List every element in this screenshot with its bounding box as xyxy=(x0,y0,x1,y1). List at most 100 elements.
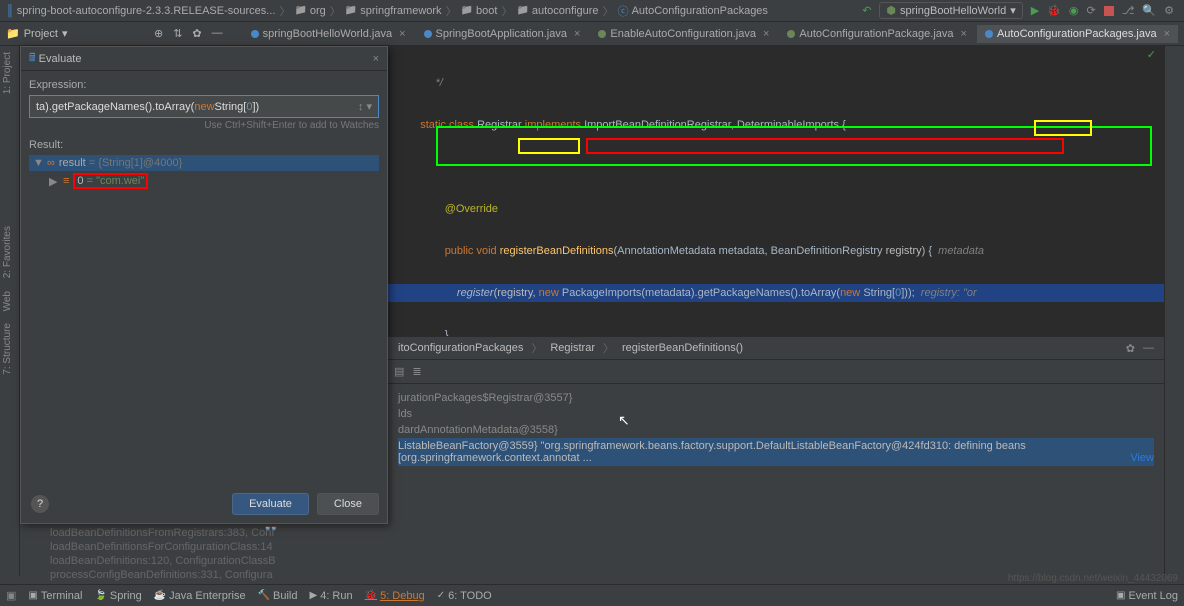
close-icon[interactable]: × xyxy=(399,28,405,40)
expand-arrow-icon[interactable]: ▼ xyxy=(33,157,43,169)
close-icon[interactable]: × xyxy=(574,28,580,40)
back-icon[interactable]: ↶ xyxy=(862,4,871,17)
crumb-item[interactable]: itoConfigurationPackages xyxy=(398,342,523,354)
rail-web[interactable]: Web xyxy=(0,285,15,317)
rail-favorites[interactable]: 2: Favorites xyxy=(0,220,15,284)
gear-icon[interactable]: ✿ xyxy=(192,27,201,40)
class-icon xyxy=(251,30,259,38)
watermark: https://blog.csdn.net/weixin_44432069 xyxy=(1008,573,1178,584)
breadcrumb: ║spring-boot-autoconfigure-2.3.3.RELEASE… xyxy=(6,3,862,19)
editor-tab[interactable]: springBootHelloWorld.java× xyxy=(243,25,414,43)
evaluate-button[interactable]: Evaluate xyxy=(232,493,309,515)
events-icon[interactable]: ▣ xyxy=(6,589,16,602)
close-icon[interactable]: × xyxy=(1164,28,1170,40)
close-icon[interactable]: × xyxy=(961,28,967,40)
run-icon[interactable]: ▶ xyxy=(1031,4,1039,17)
frame-row[interactable]: loadBeanDefinitions:120, ConfigurationCl… xyxy=(50,554,358,568)
search-icon[interactable]: 🔍 xyxy=(1142,4,1156,17)
breadcrumb-item[interactable]: autoconfigure xyxy=(516,5,598,17)
run-config-selector[interactable]: ⬢springBootHelloWorld ▾ xyxy=(879,2,1022,19)
debug-icon[interactable]: 🐞 xyxy=(1047,4,1061,17)
breadcrumb-item[interactable]: springframework xyxy=(345,5,442,17)
variable-row[interactable]: dardAnnotationMetadata@3558} xyxy=(398,422,1154,438)
breadcrumb-item[interactable]: ║spring-boot-autoconfigure-2.3.3.RELEASE… xyxy=(6,5,275,17)
chevron-right-icon: 〉 xyxy=(279,3,290,19)
settings-icon[interactable]: ⚙ xyxy=(1164,4,1174,17)
history-dropdown-icon[interactable]: ↕ ▾ xyxy=(358,100,372,113)
code-editor[interactable]: ✓ */ static class Registrar implements I… xyxy=(388,46,1164,346)
chevron-right-icon: 〉 xyxy=(603,3,614,19)
navigation-bar: ║spring-boot-autoconfigure-2.3.3.RELEASE… xyxy=(0,0,1184,22)
left-tool-strip: 1: Project 2: Favorites Web 7: Structure xyxy=(0,46,20,576)
breadcrumb-item[interactable]: ⓒ AutoConfigurationPackages xyxy=(618,3,768,19)
annotation-icon xyxy=(598,30,606,38)
dialog-header: 🖩 Evaluate × xyxy=(21,47,387,71)
project-tool-icons: ⊕ ⇅ ✿ — xyxy=(154,27,223,40)
debug-panel: ▤ ≣ jurationPackages$Registrar@3557} lds… xyxy=(388,360,1164,560)
project-tool-label[interactable]: 📁 Project ▾ xyxy=(6,27,67,40)
rail-structure[interactable]: 7: Structure xyxy=(0,317,15,381)
variable-row[interactable]: jurationPackages$Registrar@3557} xyxy=(398,390,1154,406)
profile-icon[interactable]: ⟳ xyxy=(1087,4,1096,17)
variable-row[interactable]: lds xyxy=(398,406,1154,422)
crumb-item[interactable]: registerBeanDefinitions() xyxy=(622,342,743,354)
editor-tab[interactable]: AutoConfigurationPackages.java× xyxy=(977,25,1178,43)
rail-project[interactable]: 1: Project xyxy=(0,46,15,100)
variables-icon[interactable]: ≣ xyxy=(412,365,421,378)
expand-icon[interactable]: ⇅ xyxy=(173,27,182,40)
expression-label: Expression: xyxy=(29,79,379,91)
gear-icon[interactable]: ✿ xyxy=(1126,342,1135,355)
hint-text: Use Ctrl+Shift+Enter to add to Watches xyxy=(29,120,379,131)
git-icon[interactable]: ⎇ xyxy=(1122,4,1135,17)
chevron-right-icon: 〉 xyxy=(501,3,512,19)
java-ee-tab[interactable]: ☕ Java Enterprise xyxy=(154,590,246,602)
breadcrumb-item[interactable]: org xyxy=(294,5,325,17)
help-icon[interactable]: ? xyxy=(31,495,49,513)
debug-toolbar: ▤ ≣ xyxy=(388,360,1164,384)
class-icon xyxy=(985,30,993,38)
coverage-icon[interactable]: ◉ xyxy=(1069,4,1079,17)
expand-arrow-icon[interactable]: ▶ xyxy=(49,175,59,188)
result-label: Result: xyxy=(29,139,379,151)
editor-tab[interactable]: EnableAutoConfiguration.java× xyxy=(590,25,777,43)
inspection-ok-icon: ✓ xyxy=(1147,48,1156,61)
stack-frames[interactable]: loadBeanDefinitionsFromRegistrars:383, C… xyxy=(20,524,388,584)
expression-input[interactable]: ta).getPackageNames().toArray(new String… xyxy=(29,95,379,118)
editor-tab[interactable]: SpringBootApplication.java× xyxy=(416,25,589,43)
variable-row[interactable]: ListableBeanFactory@3559} "org.springfra… xyxy=(398,438,1154,466)
close-icon[interactable]: × xyxy=(763,28,769,40)
target-icon[interactable]: ⊕ xyxy=(154,27,163,40)
evaluate-icon: 🖩 xyxy=(29,49,36,68)
evaluate-dialog: 🖩 Evaluate × Expression: ta).getPackageN… xyxy=(20,46,388,524)
spring-tab[interactable]: 🍃 Spring xyxy=(94,590,141,602)
chevron-right-icon: 〉 xyxy=(446,3,457,19)
bottom-tool-strip: ▣ ▣ Terminal 🍃 Spring ☕ Java Enterprise … xyxy=(0,584,1184,606)
debug-tab[interactable]: 🐞 5: Debug xyxy=(365,590,425,602)
tree-row[interactable]: ▶ ≡ 0 = "com.wei" xyxy=(29,171,379,191)
close-icon[interactable]: × xyxy=(373,53,379,65)
frame-row[interactable]: loadBeanDefinitionsForConfigurationClass… xyxy=(50,540,358,554)
debug-variables[interactable]: jurationPackages$Registrar@3557} lds dar… xyxy=(388,384,1164,472)
frames-icon[interactable]: ▤ xyxy=(394,365,404,378)
class-icon xyxy=(424,30,432,38)
todo-tab[interactable]: ✓ 6: TODO xyxy=(437,590,492,602)
frame-row[interactable]: loadBeanDefinitionsFromRegistrars:383, C… xyxy=(50,526,358,540)
toolbar-right: ↶ ⬢springBootHelloWorld ▾ ▶ 🐞 ◉ ⟳ ⎇ 🔍 ⚙ xyxy=(862,2,1178,19)
event-log-tab[interactable]: ▣ Event Log xyxy=(1116,590,1178,602)
right-tool-strip xyxy=(1164,46,1184,576)
collapse-icon[interactable]: — xyxy=(212,27,223,40)
view-link[interactable]: View xyxy=(1130,452,1154,464)
build-tab[interactable]: 🔨 Build xyxy=(258,590,298,602)
tree-row[interactable]: ▼ ∞ result = {String[1]@4000} xyxy=(29,155,379,171)
editor-tab[interactable]: AutoConfigurationPackage.java× xyxy=(779,25,975,43)
minimize-icon[interactable]: — xyxy=(1143,342,1154,355)
run-tab[interactable]: ▶ 4: Run xyxy=(310,590,353,602)
close-button[interactable]: Close xyxy=(317,493,379,515)
annotation-icon xyxy=(787,30,795,38)
stop-icon[interactable] xyxy=(1104,6,1114,16)
terminal-tab[interactable]: ▣ Terminal xyxy=(28,590,82,602)
frame-row[interactable]: processConfigBeanDefinitions:331, Config… xyxy=(50,568,358,582)
breadcrumb-item[interactable]: boot xyxy=(461,5,498,17)
crumb-item[interactable]: Registrar xyxy=(550,342,595,354)
result-tree[interactable]: ▼ ∞ result = {String[1]@4000} ▶ ≡ 0 = "c… xyxy=(29,155,379,191)
